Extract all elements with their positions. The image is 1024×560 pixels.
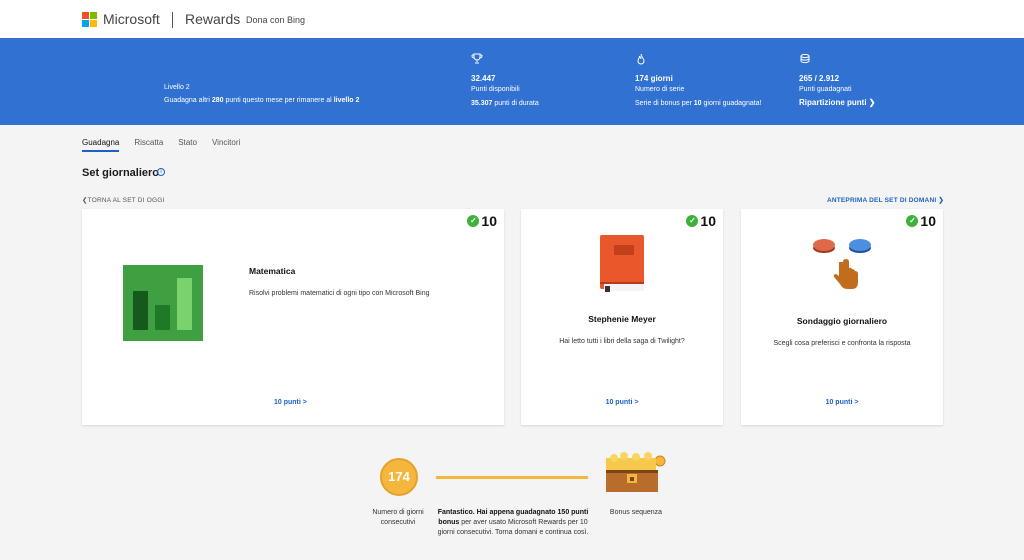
level-label: Livello 2 — [164, 84, 190, 91]
poll-buttons-icon — [813, 239, 871, 289]
earned-points-stat: 265 / 2.912 Punti guadagnati Ripartizion… — [799, 53, 875, 108]
points-breakdown-link[interactable]: Ripartizione punti ❯ — [799, 97, 875, 108]
streak-bonus: Serie di bonus per 10 giorni guadagnata! — [635, 100, 762, 107]
card-description: Scegli cosa preferisci e confronta la ri… — [773, 340, 911, 347]
treasure-chest-icon — [606, 452, 666, 492]
coins-icon — [800, 53, 810, 64]
earned-points: 265 / 2.912 — [799, 74, 840, 83]
tab-bar: Guadagna Riscatta Stato Vincitori — [82, 138, 240, 152]
lifetime-points: 35.307 punti di durata — [471, 100, 539, 107]
streak-message: Fantastico. Hai appena guadagnato 150 pu… — [437, 509, 589, 536]
check-icon: ✓ — [906, 215, 919, 227]
card-math[interactable]: ✓ 10 Matematica Risolvi problemi matemat… — [82, 209, 504, 425]
tab-redeem[interactable]: Riscatta — [134, 138, 163, 152]
available-points-label: Punti disponibili — [471, 86, 520, 93]
card-poll[interactable]: ✓ 10 Sondaggio giornaliero Scegli cosa p… — [741, 209, 943, 425]
points-badge: ✓ 10 — [467, 213, 497, 229]
card-points-link[interactable]: 10 punti > — [741, 399, 943, 406]
tab-status[interactable]: Stato — [178, 138, 197, 152]
streak-count-badge: 174 — [380, 458, 418, 496]
status-banner: Livello 2 Guadagna altri 280 punti quest… — [0, 38, 1024, 125]
tab-earn[interactable]: Guadagna — [82, 138, 120, 152]
flame-icon — [637, 53, 645, 65]
card-title: Stephenie Meyer — [588, 314, 656, 324]
bar-chart-icon — [123, 265, 203, 341]
streak-count-label: Numero di giorni consecutivi — [372, 509, 424, 526]
card-points-link[interactable]: 10 punti > — [521, 399, 723, 406]
book-icon — [600, 235, 644, 292]
points-badge: ✓ 10 — [686, 213, 716, 229]
streak-days: 174 giorni — [635, 74, 673, 83]
card-points-link[interactable]: 10 punti > — [274, 399, 307, 406]
top-nav: Microsoft Rewards Dona con Bing — [0, 0, 1024, 38]
info-icon[interactable]: i — [157, 168, 165, 176]
points-badge: ✓ 10 — [906, 213, 936, 229]
level-info: Livello 2 Guadagna altri 280 punti quest… — [164, 81, 359, 107]
card-title: Matematica — [249, 266, 296, 276]
nav-divider — [172, 12, 173, 28]
check-icon: ✓ — [686, 215, 699, 227]
check-icon: ✓ — [467, 215, 480, 227]
daily-set-title: Set giornaliero — [82, 167, 160, 179]
brand-name[interactable]: Microsoft — [103, 11, 160, 27]
back-to-today-link[interactable]: ❮TORNA AL SET DI OGGI — [82, 196, 165, 204]
available-points-stat: 32.447 Punti disponibili 35.307 punti di… — [471, 53, 539, 109]
streak-label: Numero di serie — [635, 86, 685, 93]
available-points: 32.447 — [471, 74, 496, 83]
card-description: Hai letto tutti i libri della saga di Tw… — [559, 338, 685, 345]
donate-link[interactable]: Dona con Bing — [246, 15, 305, 25]
tab-winners[interactable]: Vincitori — [212, 138, 240, 152]
trophy-icon — [471, 53, 483, 64]
streak-progress-line — [436, 476, 588, 479]
preview-tomorrow-link[interactable]: ANTEPRIMA DEL SET DI DOMANI ❯ — [827, 196, 944, 204]
card-title: Sondaggio giornaliero — [796, 316, 888, 326]
streak-bonus-label: Bonus sequenza — [609, 509, 663, 516]
level-message: Guadagna altri 280 punti questo mese per… — [164, 97, 360, 104]
card-description: Risolvi problemi matematici di ogni tipo… — [249, 290, 430, 297]
streak-stat: 174 giorni Numero di serie Serie di bonu… — [635, 53, 762, 109]
rewards-link[interactable]: Rewards — [185, 11, 240, 27]
microsoft-logo-icon[interactable] — [82, 12, 97, 27]
earned-points-label: Punti guadagnati — [799, 86, 852, 93]
card-quiz[interactable]: ✓ 10 Stephenie Meyer Hai letto tutti i l… — [521, 209, 723, 425]
